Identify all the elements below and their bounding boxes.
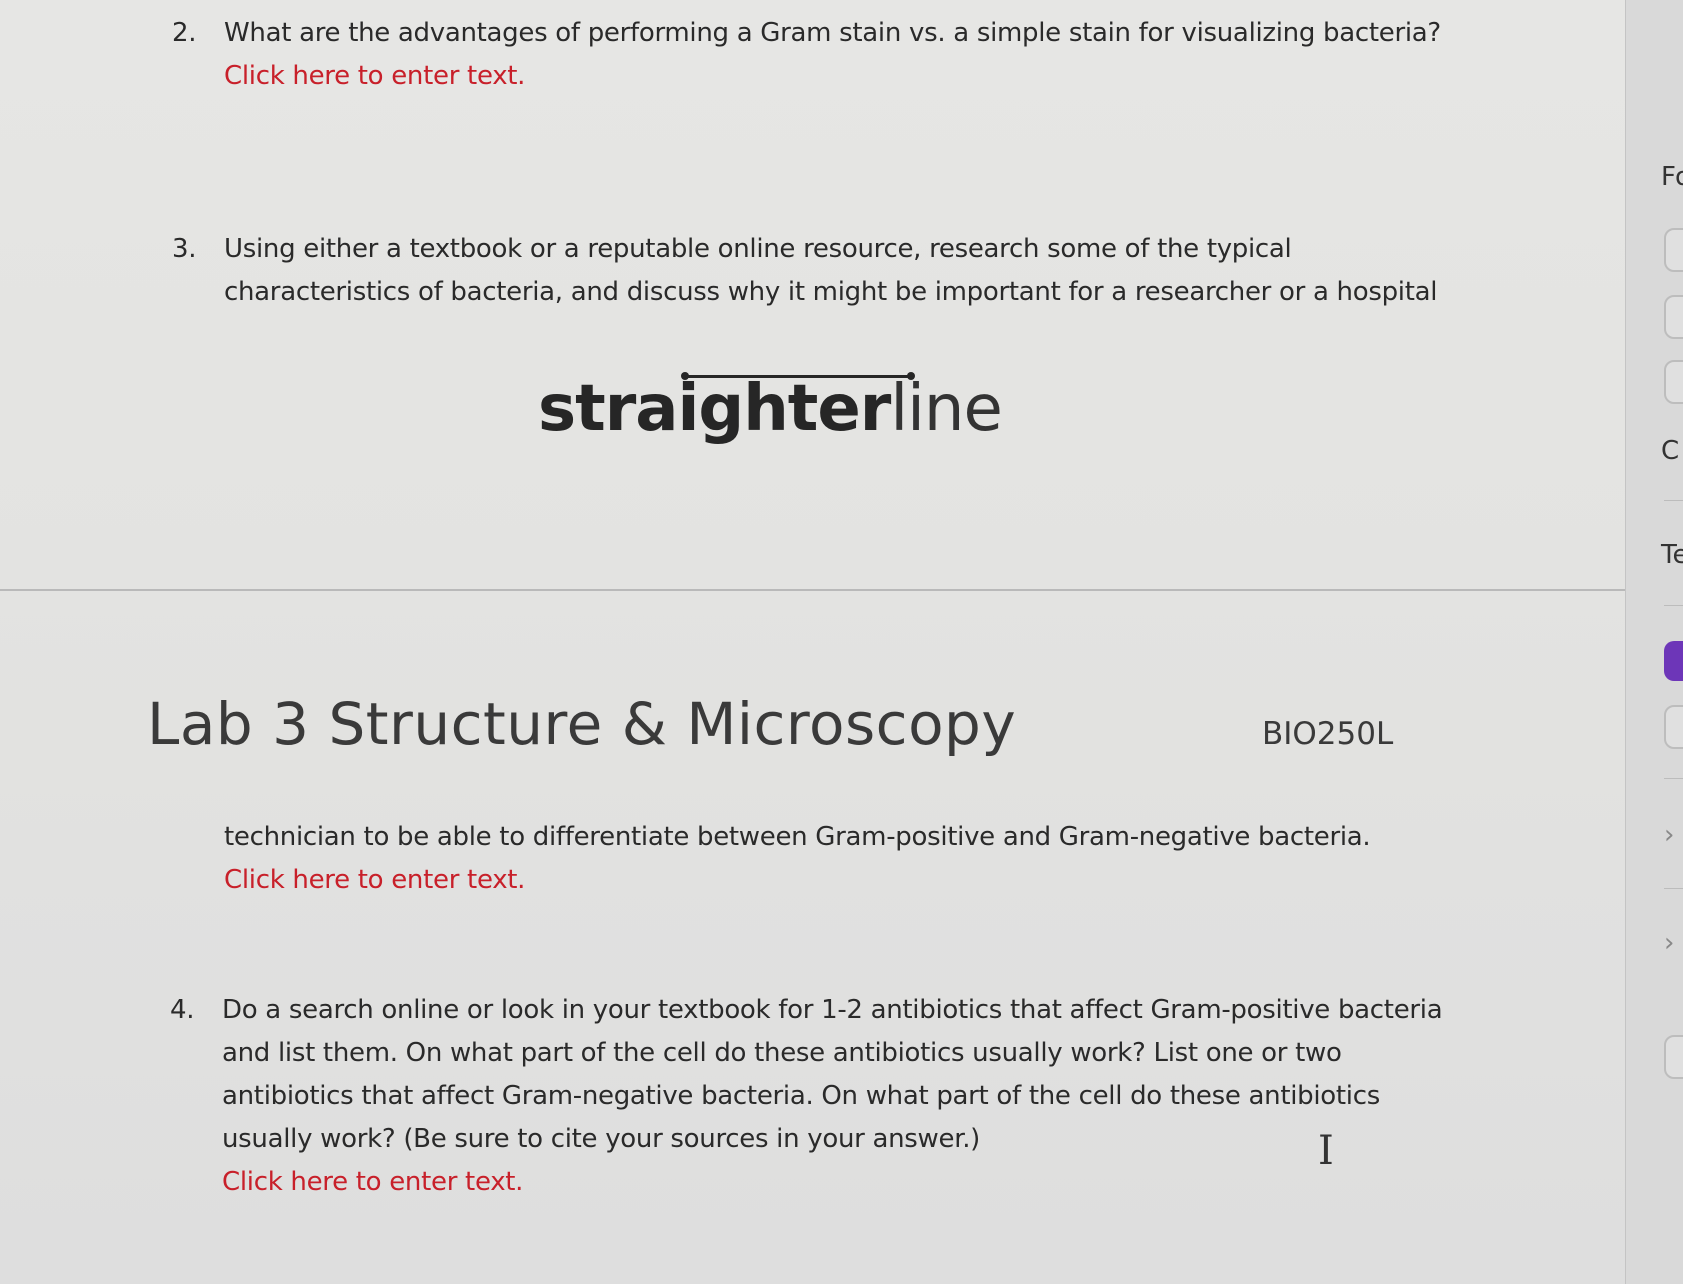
question-4: 4. Do a search online or look in your te… <box>170 989 1443 1204</box>
sidebar-divider <box>1664 778 1683 779</box>
question-text-line: and list them. On what part of the cell … <box>222 1038 1342 1068</box>
straighterline-logo: straighterline <box>538 372 1003 446</box>
question-3-continuation: technician to be able to differentiate b… <box>224 816 1371 902</box>
question-2: 2. What are the advantages of performing… <box>172 12 1441 98</box>
sidebar-label[interactable]: Te <box>1661 540 1683 570</box>
logo-bold-part: straighter <box>538 372 891 446</box>
answer-placeholder-q3[interactable]: Click here to enter text. <box>224 859 1370 902</box>
question-3: 3. Using either a textbook or a reputabl… <box>172 228 1438 314</box>
sidebar-label[interactable]: C <box>1661 436 1679 466</box>
logo-light-part: line <box>890 372 1002 446</box>
sidebar-label[interactable]: Fo <box>1661 162 1683 192</box>
question-text: What are the advantages of performing a … <box>224 18 1441 48</box>
question-text-line: Using either a textbook or a reputable o… <box>224 234 1292 264</box>
question-text-line: technician to be able to differentiate b… <box>224 822 1371 852</box>
question-text-line: characteristics of bacteria, and discuss… <box>224 277 1438 307</box>
page-break-divider <box>0 589 1625 591</box>
page-title: Lab 3 Structure & Microscopy <box>147 690 1017 758</box>
sidebar-divider <box>1664 500 1683 501</box>
text-cursor-icon: I <box>1318 1128 1334 1174</box>
sidebar-option-box[interactable] <box>1664 705 1683 749</box>
sidebar-option-box[interactable] <box>1664 228 1683 272</box>
sidebar-option-box[interactable] <box>1664 295 1683 339</box>
right-sidebar: Fo C Te › › <box>1625 0 1683 1284</box>
question-number: 3. <box>172 234 197 264</box>
question-text-line: antibiotics that affect Gram-negative ba… <box>222 1081 1380 1111</box>
sidebar-option-box[interactable] <box>1664 1035 1683 1079</box>
sidebar-accent-button[interactable] <box>1664 641 1683 681</box>
question-number: 4. <box>170 995 195 1025</box>
sidebar-divider <box>1664 605 1683 606</box>
chevron-right-icon[interactable]: › <box>1664 820 1674 850</box>
answer-placeholder-q4[interactable]: Click here to enter text. <box>222 1161 1442 1204</box>
question-text-line: usually work? (Be sure to cite your sour… <box>222 1124 981 1154</box>
document-page: 2. What are the advantages of performing… <box>0 0 1625 1284</box>
question-number: 2. <box>172 18 197 48</box>
chevron-right-icon[interactable]: › <box>1664 928 1674 958</box>
sidebar-divider <box>1664 888 1683 889</box>
answer-placeholder-q2[interactable]: Click here to enter text. <box>224 55 1441 98</box>
course-code: BIO250L <box>1262 716 1394 752</box>
sidebar-option-box[interactable] <box>1664 360 1683 404</box>
question-text-line: Do a search online or look in your textb… <box>222 995 1443 1025</box>
